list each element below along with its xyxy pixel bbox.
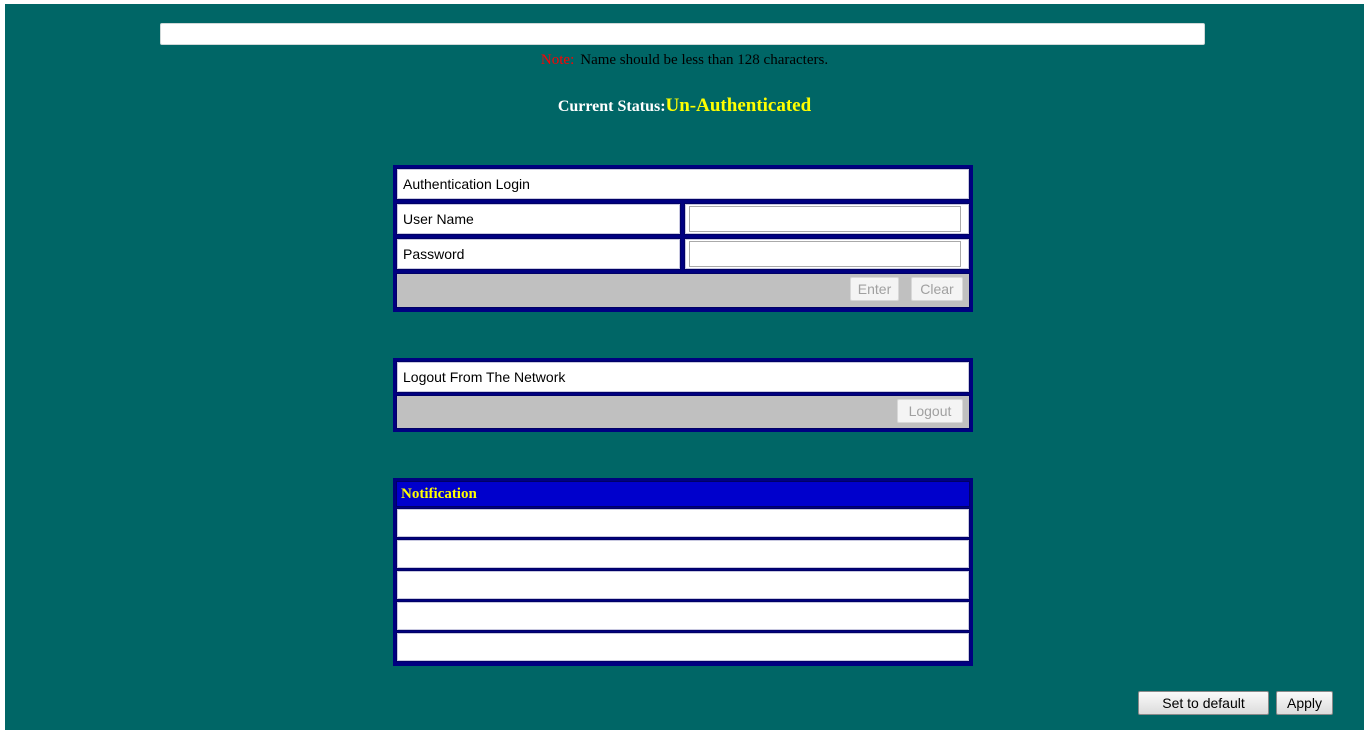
username-input[interactable] — [689, 206, 961, 232]
enter-button[interactable]: Enter — [850, 277, 899, 301]
notification-row — [396, 632, 970, 662]
notification-row — [396, 508, 970, 538]
apply-button[interactable]: Apply — [1276, 691, 1333, 715]
note-label: Note: — [540, 52, 575, 68]
notification-row — [396, 570, 970, 600]
status-label: Current Status: — [557, 98, 666, 115]
logout-button[interactable]: Logout — [897, 399, 963, 423]
username-input-cell — [684, 203, 970, 235]
login-button-bar: Enter Clear — [396, 273, 970, 308]
notification-row — [396, 601, 970, 631]
logout-panel: Logout From The Network Logout — [393, 358, 973, 432]
note-message: Name should be less than 128 characters. — [580, 52, 829, 68]
username-label: User Name — [403, 211, 474, 227]
authentication-login-panel: Authentication Login User Name Password … — [393, 165, 973, 312]
password-label-cell: Password — [396, 238, 681, 270]
password-input-cell — [684, 238, 970, 270]
notification-row — [396, 539, 970, 569]
logout-panel-title-text: Logout From The Network — [403, 369, 566, 385]
login-panel-title: Authentication Login — [396, 168, 970, 200]
notification-title: Notification — [401, 485, 477, 502]
status-value: Un-Authenticated — [665, 95, 812, 116]
notification-panel: Notification — [393, 478, 973, 666]
notification-header: Notification — [396, 481, 970, 507]
clear-button[interactable]: Clear — [911, 277, 963, 301]
set-to-default-button[interactable]: Set to default — [1138, 691, 1269, 715]
note-text: Note: Name should be less than 128 charac… — [0, 52, 1369, 69]
current-status: Current Status:Un-Authenticated — [0, 95, 1369, 117]
username-label-cell: User Name — [396, 203, 681, 235]
password-input[interactable] — [689, 241, 961, 267]
login-panel-title-text: Authentication Login — [403, 176, 530, 192]
logout-panel-title: Logout From The Network — [396, 361, 970, 393]
password-label: Password — [403, 246, 465, 262]
logout-button-bar: Logout — [396, 395, 970, 429]
name-input[interactable] — [160, 23, 1205, 45]
